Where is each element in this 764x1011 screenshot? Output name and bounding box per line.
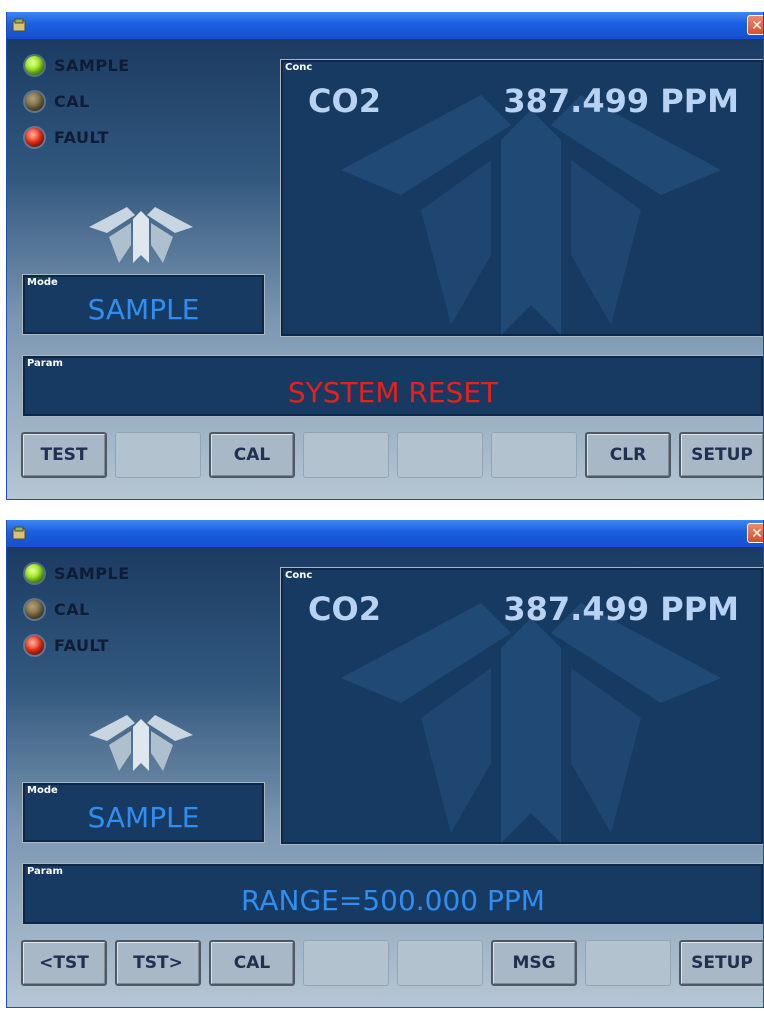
blank-key[interactable]: [585, 940, 671, 986]
msg-button[interactable]: MSG: [491, 940, 577, 986]
concentration-display: Conc CO2 387.499 PPM: [280, 567, 763, 845]
next-test-button[interactable]: TST>: [115, 940, 201, 986]
teledyne-logo-icon: [89, 207, 193, 263]
close-button[interactable]: ✕: [747, 15, 763, 35]
app-icon: [12, 526, 26, 540]
mode-label: Mode: [27, 277, 58, 288]
param-message: RANGE=500.000 PPM: [241, 884, 545, 917]
analyzer-window: ✕ SAMPLE CAL FAULT Mode SAMPLE Conc CO2 …: [6, 520, 764, 1008]
mode-label: Mode: [27, 785, 58, 796]
led-off-icon: [25, 91, 44, 111]
param-display: Param SYSTEM RESET: [22, 355, 763, 417]
mode-display: Mode SAMPLE: [22, 782, 265, 843]
test-button[interactable]: TEST: [21, 432, 107, 478]
led-label: CAL: [54, 599, 90, 619]
gas-name: CO2: [308, 82, 381, 120]
led-green-icon: [25, 563, 44, 583]
analyzer-front-panel: SAMPLE CAL FAULT Mode SAMPLE Conc CO2 38…: [7, 39, 763, 499]
status-led-cal: CAL: [25, 591, 130, 627]
status-led-fault: FAULT: [25, 627, 130, 663]
blank-key[interactable]: [303, 432, 389, 478]
teledyne-logo-watermark-icon: [341, 95, 721, 335]
gas-name: CO2: [308, 590, 381, 628]
analyzer-front-panel: SAMPLE CAL FAULT Mode SAMPLE Conc CO2 38…: [7, 547, 763, 1007]
status-led-cal: CAL: [25, 83, 130, 119]
cal-button[interactable]: CAL: [209, 432, 295, 478]
led-label: FAULT: [54, 635, 109, 655]
close-icon: ✕: [751, 526, 763, 542]
blank-key[interactable]: [397, 432, 483, 478]
led-red-icon: [25, 127, 44, 147]
soft-key-bar: <TST TST> CAL MSG SETUP: [21, 940, 763, 986]
gas-concentration: 387.499 PPM: [503, 82, 739, 120]
param-message: SYSTEM RESET: [287, 376, 499, 409]
analyzer-window: ✕ SAMPLE CAL FAULT Mode SAMPLE Conc CO2 …: [6, 12, 764, 500]
close-button[interactable]: ✕: [747, 523, 763, 543]
status-led-fault: FAULT: [25, 119, 130, 155]
clr-button[interactable]: CLR: [585, 432, 671, 478]
blank-key[interactable]: [303, 940, 389, 986]
led-label: FAULT: [54, 127, 109, 147]
status-led-sample: SAMPLE: [25, 47, 130, 83]
conc-label: Conc: [285, 570, 313, 581]
conc-label: Conc: [285, 62, 313, 73]
blank-key[interactable]: [397, 940, 483, 986]
cal-button[interactable]: CAL: [209, 940, 295, 986]
setup-button[interactable]: SETUP: [679, 432, 763, 478]
led-label: CAL: [54, 91, 90, 111]
status-led-sample: SAMPLE: [25, 555, 130, 591]
title-bar[interactable]: ✕: [7, 12, 763, 39]
led-red-icon: [25, 635, 44, 655]
param-label: Param: [27, 866, 63, 877]
blank-key[interactable]: [115, 432, 201, 478]
mode-display: Mode SAMPLE: [22, 274, 265, 335]
blank-key[interactable]: [491, 432, 577, 478]
mode-value: SAMPLE: [87, 293, 200, 326]
prev-test-button[interactable]: <TST: [21, 940, 107, 986]
gas-concentration: 387.499 PPM: [503, 590, 739, 628]
led-label: SAMPLE: [54, 563, 130, 583]
param-label: Param: [27, 358, 63, 369]
app-icon: [12, 18, 26, 32]
concentration-display: Conc CO2 387.499 PPM: [280, 59, 763, 337]
status-leds: SAMPLE CAL FAULT: [25, 47, 130, 155]
param-display: Param RANGE=500.000 PPM: [22, 863, 763, 925]
led-off-icon: [25, 599, 44, 619]
soft-key-bar: TEST CAL CLR SETUP: [21, 432, 763, 478]
mode-value: SAMPLE: [87, 801, 200, 834]
close-icon: ✕: [751, 18, 763, 34]
title-bar[interactable]: ✕: [7, 520, 763, 547]
teledyne-logo-icon: [89, 715, 193, 771]
teledyne-logo-watermark-icon: [341, 603, 721, 843]
led-green-icon: [25, 55, 44, 75]
led-label: SAMPLE: [54, 55, 130, 75]
setup-button[interactable]: SETUP: [679, 940, 763, 986]
status-leds: SAMPLE CAL FAULT: [25, 555, 130, 663]
